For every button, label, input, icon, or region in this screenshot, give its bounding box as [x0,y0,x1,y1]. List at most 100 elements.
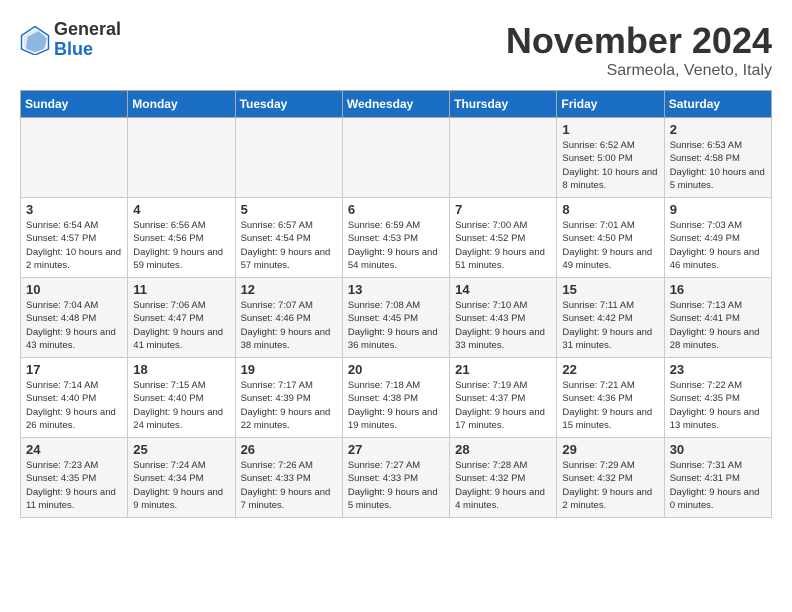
day-info: Sunrise: 7:18 AM Sunset: 4:38 PM Dayligh… [348,379,444,432]
day-number: 15 [562,282,658,297]
calendar-table: SundayMondayTuesdayWednesdayThursdayFrid… [20,90,772,518]
weekday-header-tuesday: Tuesday [235,91,342,118]
day-info: Sunrise: 7:31 AM Sunset: 4:31 PM Dayligh… [670,459,766,512]
day-number: 17 [26,362,122,377]
calendar-cell: 5 Sunrise: 6:57 AM Sunset: 4:54 PM Daylig… [235,198,342,278]
day-number: 11 [133,282,229,297]
day-number: 10 [26,282,122,297]
calendar-cell: 29Sunrise: 7:29 AM Sunset: 4:32 PM Dayli… [557,438,664,518]
calendar-week-row: 1 Sunrise: 6:52 AM Sunset: 5:00 PM Daylig… [21,118,772,198]
calendar-cell: 13Sunrise: 7:08 AM Sunset: 4:45 PM Dayli… [342,278,449,358]
calendar-cell: 14 Sunrise: 7:10 AM Sunset: 4:43 PM Dayli… [450,278,557,358]
day-number: 8 [562,202,658,217]
calendar-cell: 18 Sunrise: 7:15 AM Sunset: 4:40 PM Dayli… [128,358,235,438]
calendar-cell: 8 Sunrise: 7:01 AM Sunset: 4:50 PM Daylig… [557,198,664,278]
calendar-cell: 9 Sunrise: 7:03 AM Sunset: 4:49 PM Daylig… [664,198,771,278]
day-number: 29 [562,442,658,457]
day-info: Sunrise: 7:17 AM Sunset: 4:39 PM Dayligh… [241,379,337,432]
day-number: 28 [455,442,551,457]
day-info: Sunrise: 6:54 AM Sunset: 4:57 PM Dayligh… [26,219,122,272]
logo-blue: Blue [54,40,121,60]
calendar-cell [235,118,342,198]
day-number: 23 [670,362,766,377]
title-block: November 2024 Sarmeola, Veneto, Italy [506,20,772,80]
day-info: Sunrise: 6:52 AM Sunset: 5:00 PM Dayligh… [562,139,658,192]
day-info: Sunrise: 6:56 AM Sunset: 4:56 PM Dayligh… [133,219,229,272]
day-number: 5 [241,202,337,217]
day-info: Sunrise: 6:53 AM Sunset: 4:58 PM Dayligh… [670,139,766,192]
logo: General Blue [20,20,121,60]
day-number: 1 [562,122,658,137]
day-number: 20 [348,362,444,377]
day-number: 27 [348,442,444,457]
day-number: 30 [670,442,766,457]
day-info: Sunrise: 7:15 AM Sunset: 4:40 PM Dayligh… [133,379,229,432]
calendar-cell: 26Sunrise: 7:26 AM Sunset: 4:33 PM Dayli… [235,438,342,518]
day-info: Sunrise: 7:19 AM Sunset: 4:37 PM Dayligh… [455,379,551,432]
day-info: Sunrise: 7:14 AM Sunset: 4:40 PM Dayligh… [26,379,122,432]
weekday-header-friday: Friday [557,91,664,118]
calendar-cell: 12 Sunrise: 7:07 AM Sunset: 4:46 PM Dayli… [235,278,342,358]
calendar-cell: 23 Sunrise: 7:22 AM Sunset: 4:35 PM Dayli… [664,358,771,438]
calendar-cell: 24Sunrise: 7:23 AM Sunset: 4:35 PM Dayli… [21,438,128,518]
day-number: 18 [133,362,229,377]
weekday-header-row: SundayMondayTuesdayWednesdayThursdayFrid… [21,91,772,118]
day-info: Sunrise: 7:27 AM Sunset: 4:33 PM Dayligh… [348,459,444,512]
weekday-header-thursday: Thursday [450,91,557,118]
logo-general: General [54,20,121,40]
day-number: 26 [241,442,337,457]
day-info: Sunrise: 7:00 AM Sunset: 4:52 PM Dayligh… [455,219,551,272]
day-info: Sunrise: 7:22 AM Sunset: 4:35 PM Dayligh… [670,379,766,432]
calendar-cell: 20 Sunrise: 7:18 AM Sunset: 4:38 PM Dayli… [342,358,449,438]
day-info: Sunrise: 7:07 AM Sunset: 4:46 PM Dayligh… [241,299,337,352]
day-number: 9 [670,202,766,217]
weekday-header-saturday: Saturday [664,91,771,118]
weekday-header-wednesday: Wednesday [342,91,449,118]
weekday-header-sunday: Sunday [21,91,128,118]
day-number: 13 [348,282,444,297]
day-number: 4 [133,202,229,217]
day-info: Sunrise: 7:21 AM Sunset: 4:36 PM Dayligh… [562,379,658,432]
calendar-cell: 15 Sunrise: 7:11 AM Sunset: 4:42 PM Dayli… [557,278,664,358]
calendar-cell: 22 Sunrise: 7:21 AM Sunset: 4:36 PM Dayli… [557,358,664,438]
calendar-cell: 16Sunrise: 7:13 AM Sunset: 4:41 PM Dayli… [664,278,771,358]
calendar-cell: 4 Sunrise: 6:56 AM Sunset: 4:56 PM Daylig… [128,198,235,278]
day-number: 19 [241,362,337,377]
logo-text: General Blue [54,20,121,60]
day-info: Sunrise: 7:01 AM Sunset: 4:50 PM Dayligh… [562,219,658,272]
day-info: Sunrise: 7:06 AM Sunset: 4:47 PM Dayligh… [133,299,229,352]
day-info: Sunrise: 7:28 AM Sunset: 4:32 PM Dayligh… [455,459,551,512]
location-subtitle: Sarmeola, Veneto, Italy [506,62,772,80]
day-number: 22 [562,362,658,377]
calendar-cell: 27 Sunrise: 7:27 AM Sunset: 4:33 PM Dayli… [342,438,449,518]
calendar-cell: 7Sunrise: 7:00 AM Sunset: 4:52 PM Daylig… [450,198,557,278]
calendar-cell: 25 Sunrise: 7:24 AM Sunset: 4:34 PM Dayli… [128,438,235,518]
day-number: 25 [133,442,229,457]
calendar-cell [450,118,557,198]
day-info: Sunrise: 7:11 AM Sunset: 4:42 PM Dayligh… [562,299,658,352]
calendar-cell: 19 Sunrise: 7:17 AM Sunset: 4:39 PM Dayli… [235,358,342,438]
calendar-cell: 10 Sunrise: 7:04 AM Sunset: 4:48 PM Dayli… [21,278,128,358]
day-info: Sunrise: 7:10 AM Sunset: 4:43 PM Dayligh… [455,299,551,352]
day-info: Sunrise: 7:24 AM Sunset: 4:34 PM Dayligh… [133,459,229,512]
day-number: 14 [455,282,551,297]
calendar-cell: 2 Sunrise: 6:53 AM Sunset: 4:58 PM Daylig… [664,118,771,198]
day-number: 2 [670,122,766,137]
calendar-cell: 30 Sunrise: 7:31 AM Sunset: 4:31 PM Dayli… [664,438,771,518]
month-title: November 2024 [506,20,772,62]
calendar-cell: 3 Sunrise: 6:54 AM Sunset: 4:57 PM Daylig… [21,198,128,278]
day-info: Sunrise: 6:57 AM Sunset: 4:54 PM Dayligh… [241,219,337,272]
day-number: 3 [26,202,122,217]
day-info: Sunrise: 7:03 AM Sunset: 4:49 PM Dayligh… [670,219,766,272]
calendar-cell: 17 Sunrise: 7:14 AM Sunset: 4:40 PM Dayli… [21,358,128,438]
calendar-cell [21,118,128,198]
day-info: Sunrise: 7:04 AM Sunset: 4:48 PM Dayligh… [26,299,122,352]
calendar-cell: 1 Sunrise: 6:52 AM Sunset: 5:00 PM Daylig… [557,118,664,198]
logo-icon [20,25,50,55]
calendar-week-row: 17 Sunrise: 7:14 AM Sunset: 4:40 PM Dayli… [21,358,772,438]
day-number: 24 [26,442,122,457]
day-number: 12 [241,282,337,297]
weekday-header-monday: Monday [128,91,235,118]
day-info: Sunrise: 6:59 AM Sunset: 4:53 PM Dayligh… [348,219,444,272]
calendar-cell: 28 Sunrise: 7:28 AM Sunset: 4:32 PM Dayli… [450,438,557,518]
